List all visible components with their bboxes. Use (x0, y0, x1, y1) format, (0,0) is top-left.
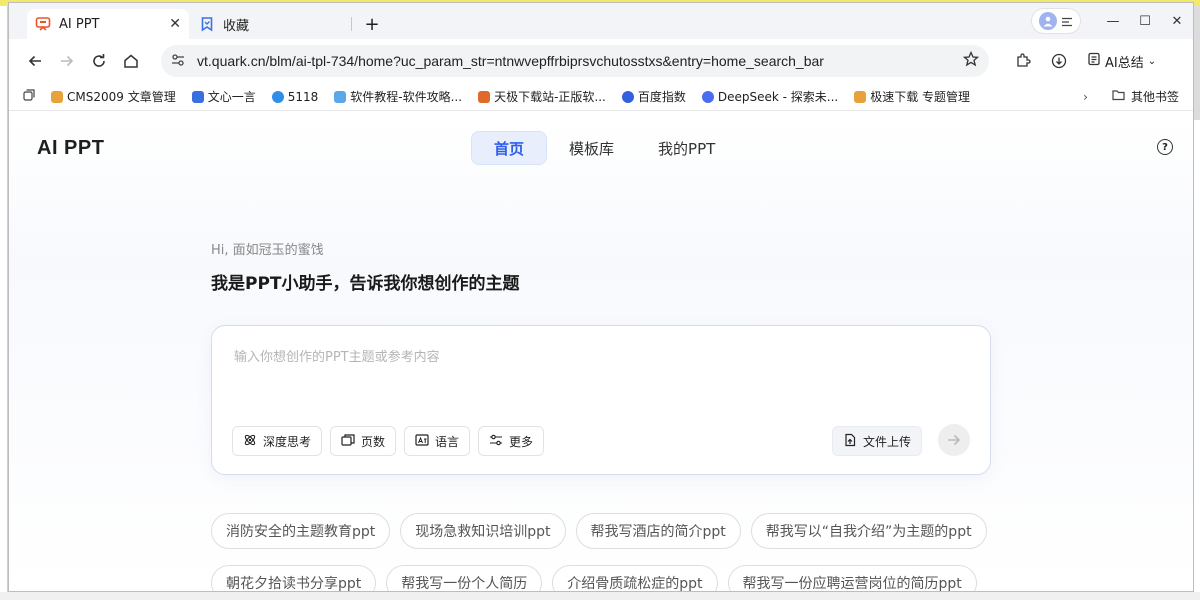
maximize-button[interactable]: ☐ (1129, 3, 1161, 39)
bookmark-icon (199, 16, 215, 32)
reload-icon (93, 54, 105, 67)
navigation-bar: vt.quark.cn/blm/ai-tpl-734/home?uc_param… (9, 39, 1193, 83)
deep-think-button[interactable]: 深度思考 (232, 426, 323, 456)
app-logo[interactable]: AI PPT (37, 137, 104, 160)
bookmarks-bar: CMS2009 文章管理 文心一言 5118 软件教程-软件攻略... 天极下载… (9, 83, 1193, 111)
bookmark-item[interactable]: DeepSeek - 探索未... (701, 88, 838, 105)
avatar-icon (1039, 12, 1057, 30)
arrow-right-icon (948, 434, 961, 446)
tab-strip: AI PPT ✕ 收藏 + — ☐ ✕ (9, 3, 1193, 39)
site-icon (701, 90, 714, 103)
minimize-button[interactable]: — (1097, 3, 1129, 39)
extensions-button[interactable] (1007, 45, 1039, 77)
suggestion-chip[interactable]: 帮我写一份个人简历 (386, 565, 543, 591)
site-icon (191, 90, 204, 103)
suggestion-chip[interactable]: 帮我写以“自我介绍”为主题的ppt (750, 513, 987, 549)
site-icon (621, 90, 634, 103)
site-icon (51, 90, 63, 103)
back-button[interactable] (19, 45, 51, 77)
greeting-text: Hi, 面如冠玉的蜜饯 (211, 243, 324, 258)
suggestion-chip[interactable]: 消防安全的主题教育ppt (211, 513, 391, 549)
tab-label: AI PPT (59, 16, 100, 32)
suggestion-row: 朝花夕拾读书分享ppt 帮我写一份个人简历 介绍骨质疏松症的ppt 帮我写一份应… (211, 565, 1011, 591)
puzzle-icon (1017, 53, 1031, 67)
arrow-left-icon (28, 55, 41, 67)
menu-icon (1061, 12, 1073, 31)
site-icon (478, 90, 491, 103)
address-bar[interactable]: vt.quark.cn/blm/ai-tpl-734/home?uc_param… (161, 45, 989, 77)
suggestion-row: 消防安全的主题教育ppt 现场急救知识培训ppt 帮我写酒店的简介ppt 帮我写… (211, 513, 1011, 549)
desktop-background-bottom (0, 592, 1200, 600)
sliders-icon (489, 433, 503, 450)
bookmark-item[interactable]: CMS2009 文章管理 (51, 88, 176, 105)
tab-overview-icon[interactable] (23, 89, 35, 104)
bookmarks-overflow: › 其他书签 (1083, 88, 1179, 105)
nav-home[interactable]: 首页 (471, 131, 548, 165)
toolbar-right: AI总结 ⌄ (1007, 45, 1156, 77)
url-text[interactable]: vt.quark.cn/blm/ai-tpl-734/home?uc_param… (197, 53, 951, 69)
suggestion-chip[interactable]: 朝花夕拾读书分享ppt (211, 565, 377, 591)
nav-templates[interactable]: 模板库 (547, 131, 636, 165)
tab-ai-ppt[interactable]: AI PPT ✕ (27, 9, 189, 39)
close-tab-icon[interactable]: ✕ (169, 16, 181, 32)
document-icon (1087, 52, 1101, 70)
profile-button[interactable] (1031, 8, 1081, 34)
suggestion-chips: 消防安全的主题教育ppt 现场急救知识培训ppt 帮我写酒店的简介ppt 帮我写… (211, 513, 1011, 591)
browser-window: AI PPT ✕ 收藏 + — ☐ ✕ vt.quark.cn/blm/ai-t… (8, 2, 1194, 592)
site-icon (854, 90, 867, 103)
tab-favorites[interactable]: 收藏 (191, 9, 351, 39)
language-icon (415, 433, 429, 450)
prompt-composer[interactable]: 输入你想创作的PPT主题或参考内容 深度思考 页数 语言 更多 文件上传 (211, 325, 991, 475)
bookmark-item[interactable]: 极速下载 专题管理 (854, 88, 970, 105)
site-settings-icon[interactable] (171, 52, 185, 71)
close-window-button[interactable]: ✕ (1161, 3, 1193, 39)
suggestion-chip[interactable]: 帮我写酒店的简介ppt (575, 513, 741, 549)
pages-icon (341, 433, 355, 450)
prompt-input[interactable]: 输入你想创作的PPT主题或参考内容 (234, 346, 440, 365)
atom-icon (243, 433, 257, 450)
forward-button[interactable] (51, 45, 83, 77)
ppt-icon (35, 16, 51, 32)
home-button[interactable] (115, 45, 147, 77)
reload-button[interactable] (83, 45, 115, 77)
other-bookmarks[interactable]: 其他书签 (1131, 88, 1179, 105)
downloads-button[interactable] (1043, 45, 1075, 77)
tab-label: 收藏 (223, 18, 250, 34)
composer-tools: 深度思考 页数 语言 更多 (232, 426, 545, 456)
help-icon[interactable]: ? (1157, 139, 1173, 155)
bookmark-item[interactable]: 软件教程-软件攻略... (334, 88, 462, 105)
ai-summary-button[interactable]: AI总结 ⌄ (1087, 52, 1156, 71)
site-icon (271, 90, 284, 103)
folder-icon (1112, 89, 1125, 104)
suggestion-chip[interactable]: 帮我写一份应聘运营岗位的简历ppt (727, 565, 977, 591)
new-tab-button[interactable]: + (358, 10, 386, 38)
page-headline: 我是PPT小助手，告诉我你想创作的主题 (211, 274, 520, 294)
suggestion-chip[interactable]: 现场急救知识培训ppt (400, 513, 566, 549)
download-icon (1051, 53, 1067, 69)
site-icon (334, 90, 347, 103)
chevron-right-icon[interactable]: › (1083, 90, 1088, 104)
send-button[interactable] (938, 424, 970, 456)
upload-file-icon (843, 433, 857, 450)
suggestion-chip[interactable]: 介绍骨质疏松症的ppt (552, 565, 718, 591)
arrow-right-icon (61, 55, 74, 67)
page-content: AI PPT 首页 模板库 我的PPT ? Hi, 面如冠玉的蜜饯 我是PPT小… (9, 121, 1193, 591)
bookmark-item[interactable]: 天极下载站-正版软... (478, 88, 606, 105)
chevron-down-icon: ⌄ (1147, 55, 1157, 67)
page-count-button[interactable]: 页数 (330, 426, 397, 456)
window-controls: — ☐ ✕ (1031, 3, 1193, 39)
nav-my-ppt[interactable]: 我的PPT (636, 131, 737, 165)
file-upload-button[interactable]: 文件上传 (831, 426, 922, 456)
bookmark-item[interactable]: 5118 (271, 90, 318, 104)
language-button[interactable]: 语言 (404, 426, 471, 456)
bookmark-item[interactable]: 百度指数 (621, 88, 686, 105)
home-icon (124, 54, 138, 68)
bookmark-item[interactable]: 文心一言 (191, 88, 256, 105)
star-icon[interactable] (962, 50, 980, 71)
more-options-button[interactable]: 更多 (478, 426, 545, 456)
tab-divider (351, 17, 352, 31)
desktop-background-left (0, 6, 8, 600)
ai-summary-label: AI总结 (1105, 55, 1144, 71)
top-navigation: 首页 模板库 我的PPT (471, 131, 737, 165)
